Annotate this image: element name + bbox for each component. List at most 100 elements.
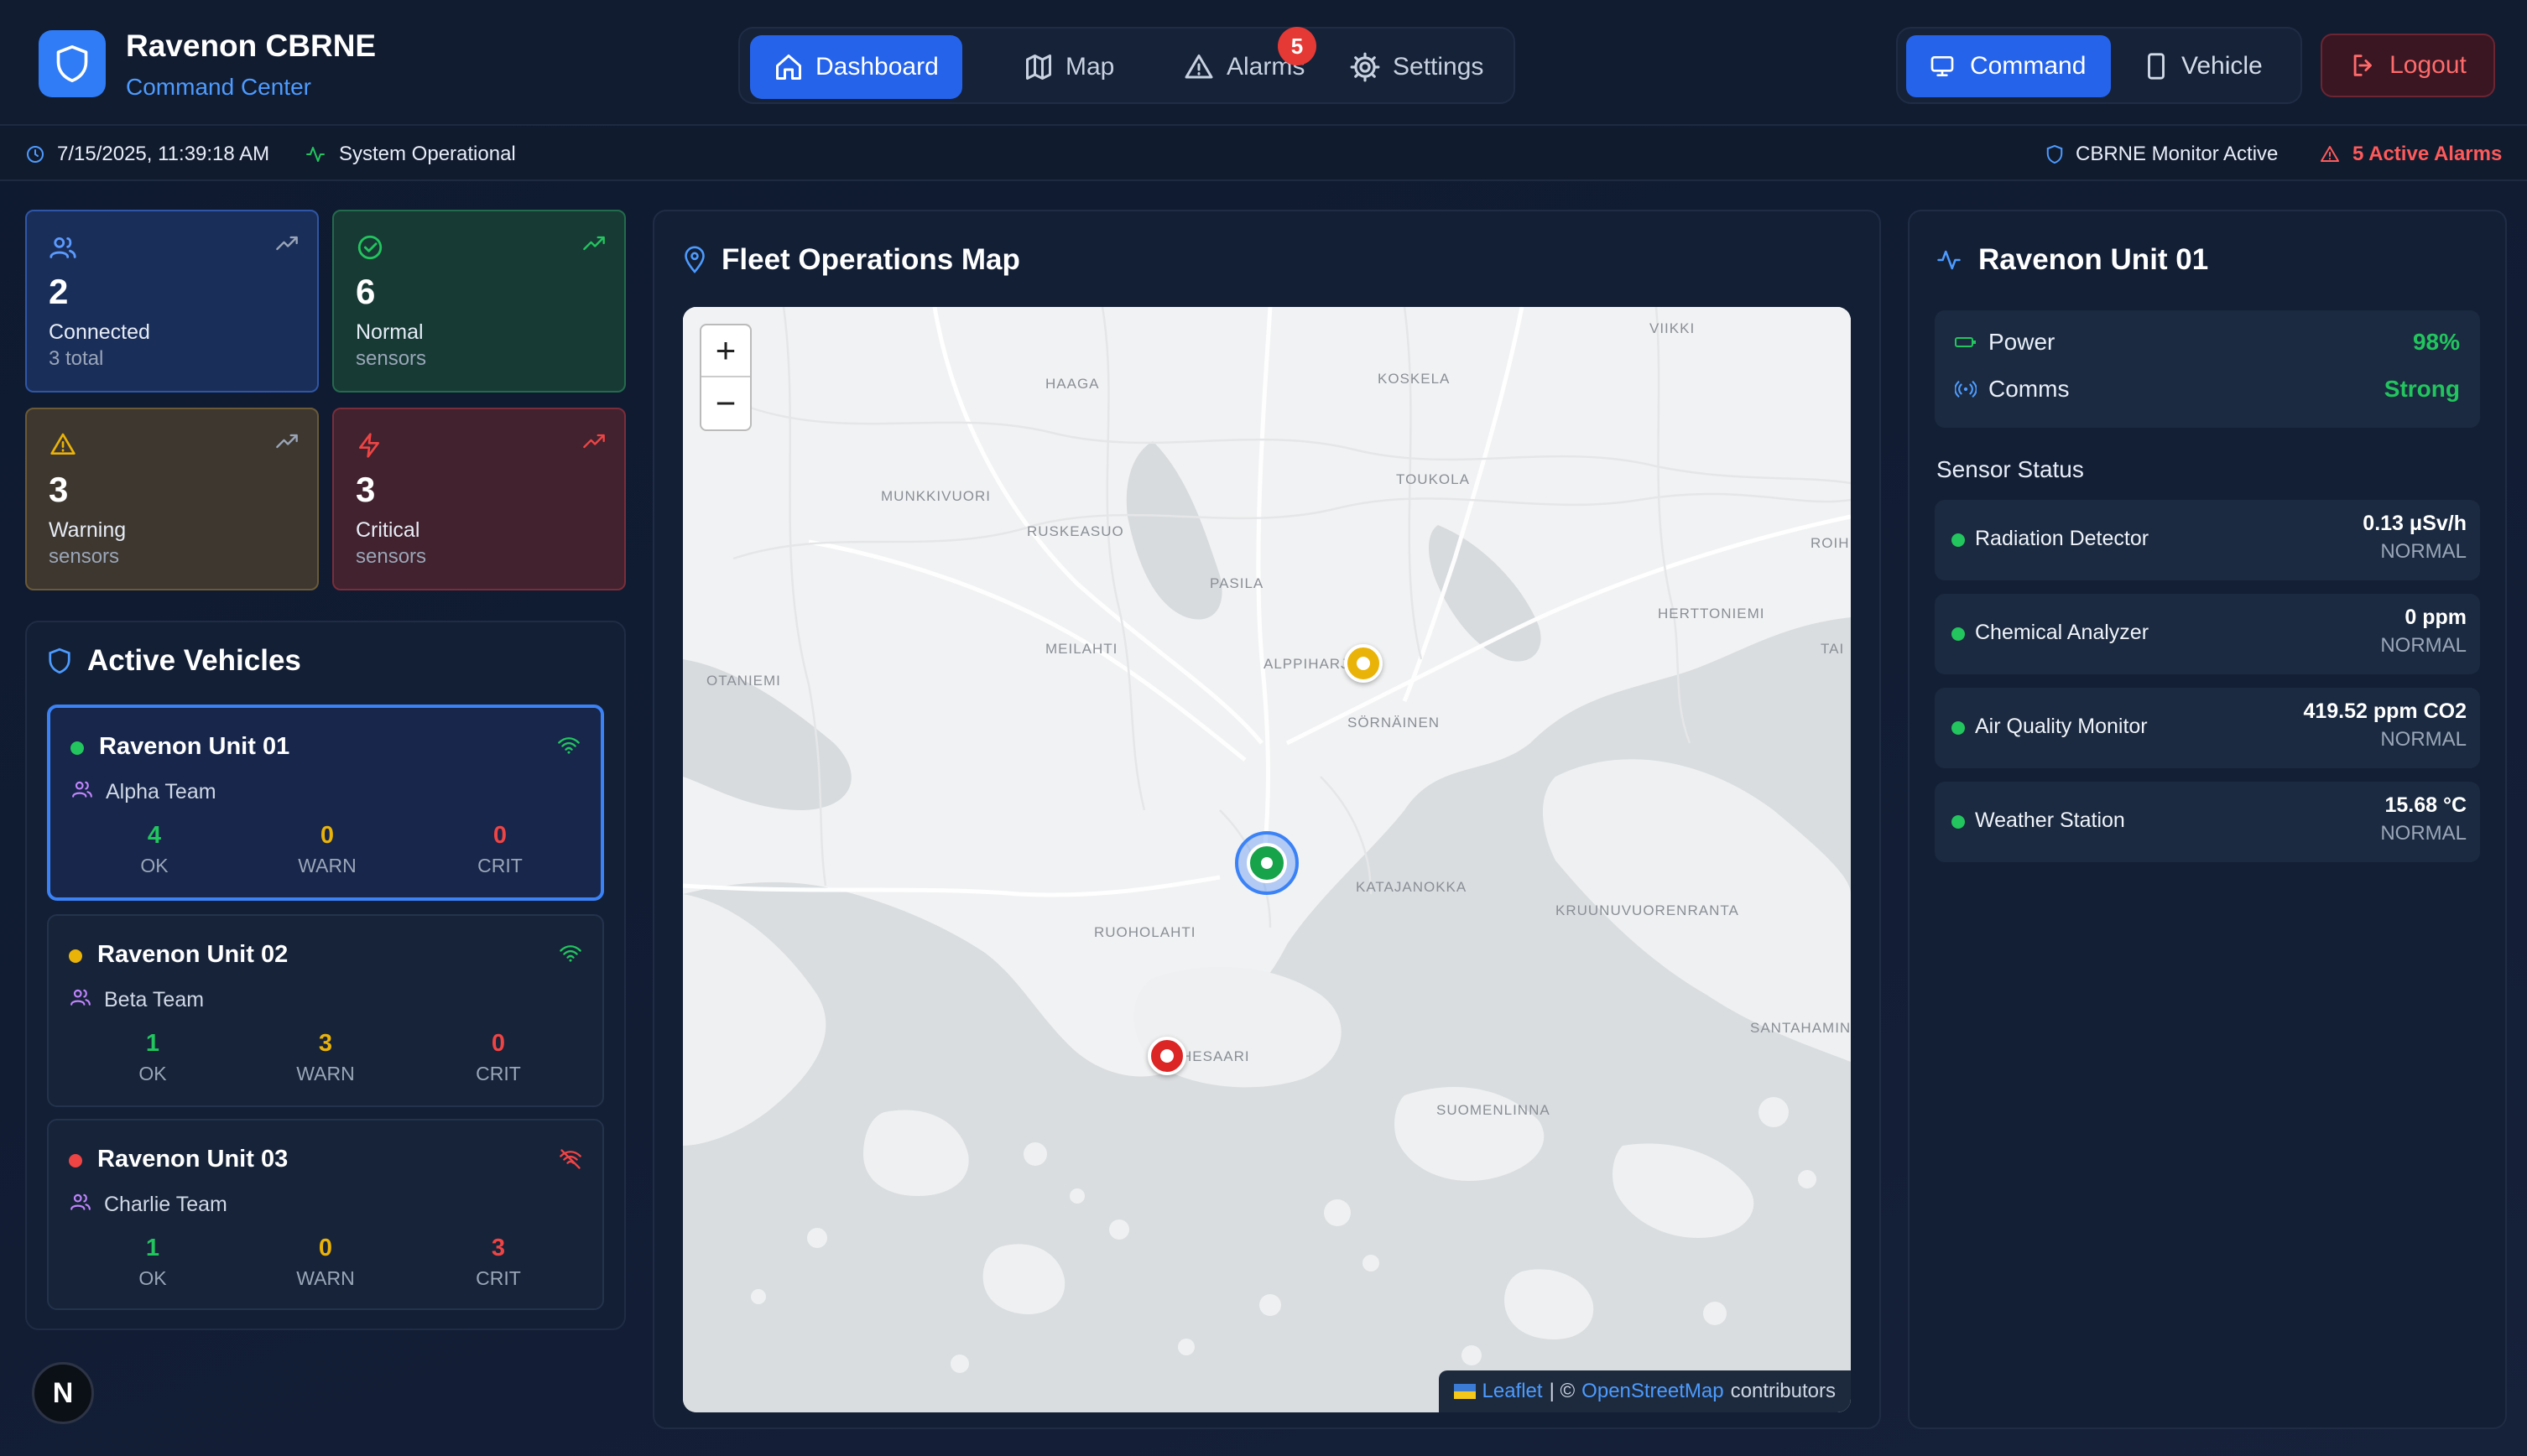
vehicle-mode-button[interactable]: Vehicle — [2123, 35, 2285, 97]
shield-icon — [39, 30, 106, 97]
dev-tools-badge[interactable]: N — [32, 1362, 94, 1424]
active-vehicles-title: Active Vehicles — [87, 644, 301, 677]
place-label: KATAJANOKKA — [1356, 879, 1467, 895]
vehicle-name: Ravenon Unit 03 — [97, 1146, 289, 1173]
vehicle-team: Beta Team — [104, 988, 205, 1011]
sensor-row-chemical[interactable]: Chemical Analyzer 0 ppm NORMAL — [1935, 594, 2480, 674]
ok-count: 1 OK — [138, 1235, 167, 1289]
stat-label: Connected — [49, 320, 150, 344]
place-label: TAI — [1821, 641, 1845, 657]
map-icon — [1026, 55, 1051, 80]
sensor-status-dot — [1951, 721, 1965, 735]
active-alarms-status[interactable]: 5 Active Alarms — [2319, 127, 2502, 181]
ok-count: 4 OK — [140, 822, 169, 876]
connected-stat-card: 2 Connected 3 total — [25, 210, 319, 393]
place-label: KRUUNUVUORENRANTA — [1555, 902, 1739, 918]
ok-count: 1 OK — [138, 1030, 167, 1084]
zoom-in-button[interactable]: + — [701, 325, 750, 377]
place-label: ALPPIHARJ — [1264, 656, 1349, 672]
nav-dashboard[interactable]: Dashboard — [750, 35, 962, 99]
datetime-text: 7/15/2025, 11:39:18 AM — [57, 143, 270, 165]
wifi-icon — [560, 945, 581, 962]
battery-icon — [1955, 337, 1976, 347]
critical-stat-card: 3 Critical sensors — [332, 408, 626, 590]
trend-up-icon — [583, 434, 605, 449]
place-label: HESAARI — [1181, 1048, 1250, 1064]
stat-label: Warning — [49, 518, 127, 542]
system-status-text: System Operational — [339, 143, 516, 165]
nav-map[interactable]: Map — [1000, 35, 1138, 99]
place-label: PASILA — [1210, 575, 1264, 591]
warning-icon — [1185, 55, 1213, 79]
tablet-icon — [2148, 53, 2165, 80]
command-mode-label: Command — [1970, 52, 2087, 80]
sensor-state: NORMAL — [2380, 634, 2467, 657]
fleet-map-title: Fleet Operations Map — [722, 243, 1020, 276]
place-label: HERTTONIEMI — [1658, 606, 1765, 621]
place-label: TOUKOLA — [1396, 471, 1470, 487]
sensor-name: Radiation Detector — [1975, 527, 2149, 550]
leaflet-link[interactable]: Leaflet — [1482, 1380, 1543, 1403]
warning-stat-card: 3 Warning sensors — [25, 408, 319, 590]
warn-count: 0 WARN — [298, 822, 357, 876]
nav-settings[interactable]: Settings — [1326, 35, 1507, 99]
nav-map-label: Map — [1066, 53, 1115, 81]
vehicle-marker-unit-01[interactable] — [1235, 831, 1299, 895]
vehicle-name: Ravenon Unit 02 — [97, 941, 289, 968]
active-vehicles-header: Active Vehicles — [47, 644, 301, 678]
stat-sub: sensors — [356, 347, 427, 370]
warning-icon — [50, 433, 76, 455]
vehicle-team: Charlie Team — [104, 1193, 227, 1216]
activity-icon — [306, 147, 325, 162]
warn-count: 3 WARN — [296, 1030, 355, 1084]
users-icon — [70, 1193, 91, 1210]
home-icon — [776, 55, 801, 80]
sensor-status-dot — [1951, 815, 1965, 829]
monitor-icon — [1930, 56, 1954, 76]
stat-sub: sensors — [356, 545, 427, 568]
datetime-status: 7/15/2025, 11:39:18 AM — [25, 127, 269, 181]
wifi-off-icon — [560, 1149, 581, 1169]
stat-sub: sensors — [49, 545, 120, 568]
sensor-row-weather[interactable]: Weather Station 15.68 °C NORMAL — [1935, 782, 2480, 862]
place-label: SÖRNÄINEN — [1347, 715, 1441, 731]
stat-value: 3 — [49, 470, 69, 509]
wifi-icon — [558, 737, 580, 754]
vehicle-marker-unit-03[interactable] — [1148, 1037, 1186, 1075]
trend-up-icon — [276, 236, 298, 251]
unit-detail-title: Ravenon Unit 01 — [1978, 243, 2209, 276]
stat-value: 3 — [356, 470, 376, 509]
vehicle-status-dot — [69, 949, 82, 963]
osm-link[interactable]: OpenStreetMap — [1581, 1380, 1723, 1403]
clock-icon — [27, 146, 44, 163]
sensor-status-dot — [1951, 627, 1965, 641]
command-mode-button[interactable]: Command — [1906, 35, 2111, 97]
attribution-separator: | © — [1549, 1380, 1576, 1402]
vehicle-card-unit-03[interactable]: Ravenon Unit 03 Charlie Team 1 OK 0 WARN 3… — [47, 1119, 604, 1310]
vehicle-status-dot — [70, 741, 84, 755]
sensor-row-radiation[interactable]: Radiation Detector 0.13 μSv/h NORMAL — [1935, 500, 2480, 580]
fleet-map[interactable]: VIIKKI HAAGA KOSKELA MUNKKIVUORI RUSKEAS… — [683, 307, 1851, 1412]
sensor-reading: 0 ppm — [2405, 606, 2467, 629]
vehicle-status-dot — [69, 1154, 82, 1167]
users-icon — [49, 237, 76, 258]
alarms-count-badge: 5 — [1278, 27, 1316, 65]
sensor-state: NORMAL — [2380, 728, 2467, 751]
vehicle-marker-unit-02[interactable] — [1344, 644, 1383, 683]
logout-button[interactable]: Logout — [2321, 34, 2495, 97]
sensor-name: Weather Station — [1975, 809, 2125, 832]
vehicle-card-unit-01[interactable]: Ravenon Unit 01 Alpha Team 4 OK 0 WARN 0 CR… — [47, 705, 604, 901]
main-nav: Dashboard Map Alarms Settings — [738, 27, 1515, 104]
zoom-out-button[interactable]: − — [701, 377, 750, 429]
shield-icon — [49, 647, 70, 674]
comms-row: Comms Strong — [1955, 372, 2460, 406]
place-label: RUOHOLAHTI — [1094, 924, 1196, 940]
vehicle-card-unit-02[interactable]: Ravenon Unit 02 Beta Team 1 OK 3 WARN 0 CRI… — [47, 914, 604, 1107]
unit-detail-header: Ravenon Unit 01 — [1935, 243, 2208, 277]
vehicle-mode-label: Vehicle — [2181, 52, 2263, 80]
sensor-name: Chemical Analyzer — [1975, 621, 2149, 644]
stat-sub: 3 total — [49, 347, 104, 370]
nav-dashboard-label: Dashboard — [815, 53, 939, 81]
sensor-row-air-quality[interactable]: Air Quality Monitor 419.52 ppm CO2 NORMA… — [1935, 688, 2480, 768]
logout-icon — [2353, 55, 2373, 76]
